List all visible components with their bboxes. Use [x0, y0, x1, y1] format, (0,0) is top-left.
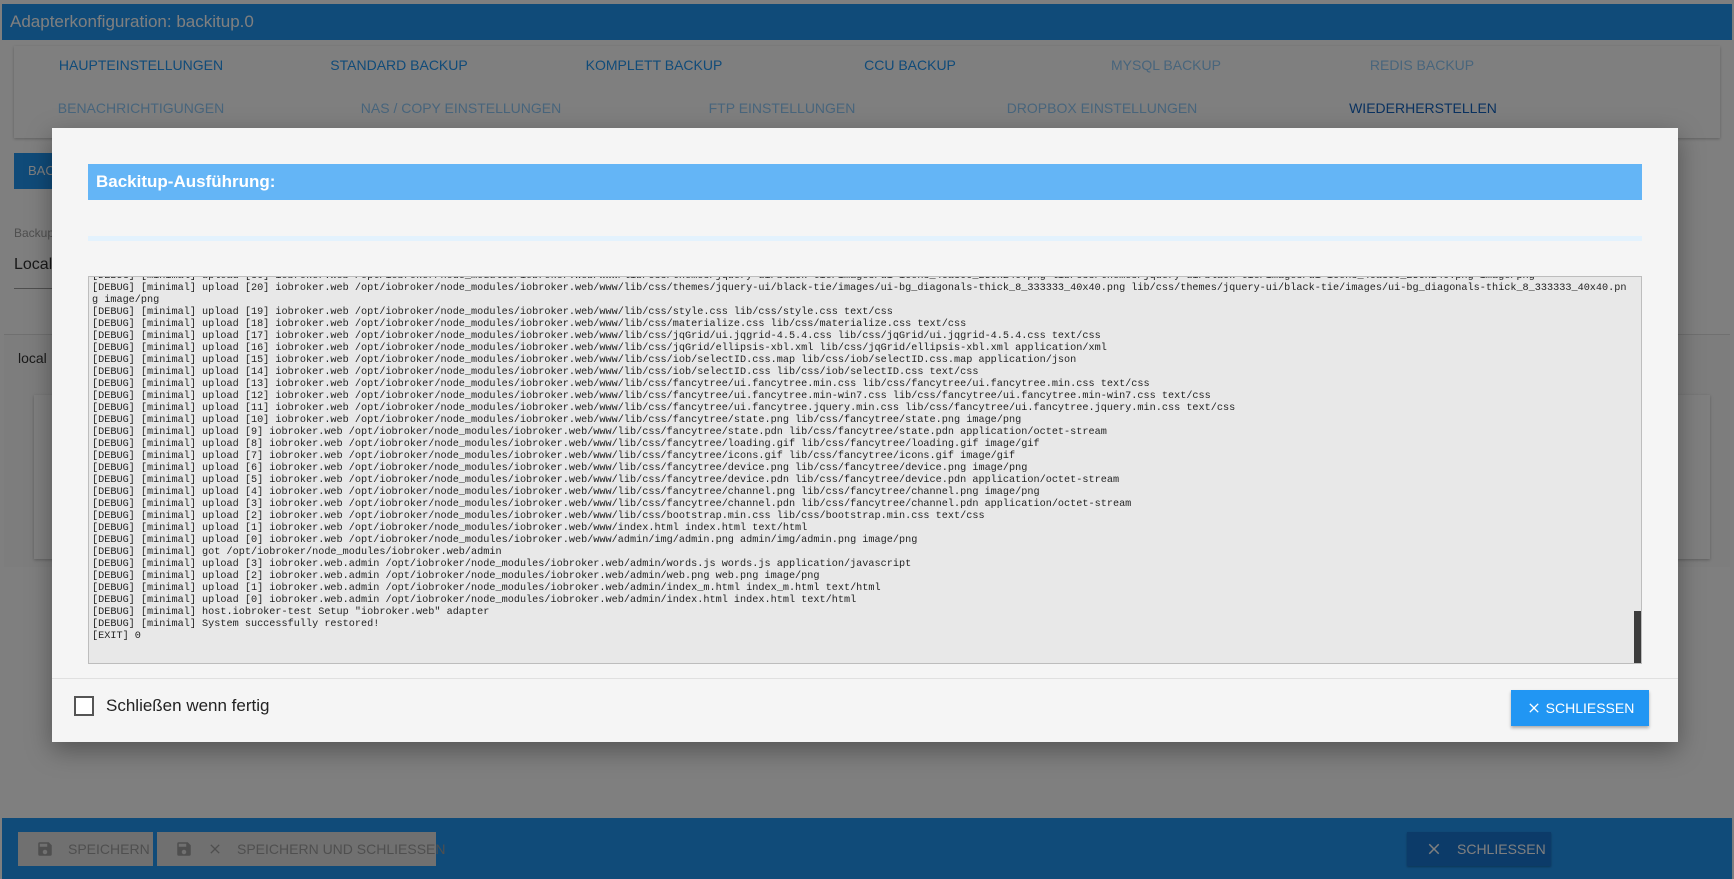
close-when-done-checkbox[interactable]: [74, 696, 94, 716]
log-line: [DEBUG] [minimal] upload [11] iobroker.w…: [92, 403, 1236, 414]
log-scrollbar-thumb[interactable]: [1634, 611, 1641, 663]
log-line: [DEBUG] [minimal] got /opt/iobroker/node…: [92, 547, 502, 558]
log-line: [DEBUG] [minimal] upload [2] iobroker.we…: [92, 511, 985, 522]
log-line: [EXIT] 0: [92, 631, 141, 642]
log-line: [DEBUG] [minimal] upload [1] iobroker.we…: [92, 583, 881, 594]
log-line: [DEBUG] [minimal] host.iobroker-test Set…: [92, 607, 490, 618]
log-line: [DEBUG] [minimal] upload [13] iobroker.w…: [92, 379, 1150, 390]
log-lines: [DEBUG] [minimal] upload [30] iobroker.w…: [92, 276, 1628, 643]
progress-bar: [88, 236, 1642, 241]
log-line: [DEBUG] [minimal] upload [15] iobroker.w…: [92, 355, 1077, 366]
log-line: [DEBUG] [minimal] upload [14] iobroker.w…: [92, 367, 979, 378]
dialog-close-label: SCHLIESSEN: [1545, 700, 1635, 716]
log-line: [DEBUG] [minimal] upload [7] iobroker.we…: [92, 451, 1016, 462]
dialog-divider: [52, 678, 1678, 679]
log-line: [DEBUG] [minimal] upload [4] iobroker.we…: [92, 487, 1040, 498]
log-line: [DEBUG] [minimal] upload [19] iobroker.w…: [92, 307, 893, 318]
log-line: [DEBUG] [minimal] upload [5] iobroker.we…: [92, 475, 1120, 486]
app-root: Adapterkonfiguration: backitup.0 HAUPTEI…: [0, 0, 1734, 879]
log-line: [DEBUG] [minimal] upload [9] iobroker.we…: [92, 427, 1107, 438]
log-line: [DEBUG] [minimal] upload [0] iobroker.we…: [92, 535, 918, 546]
log-line: [DEBUG] [minimal] upload [6] iobroker.we…: [92, 463, 1028, 474]
close-icon: [1526, 700, 1542, 716]
close-when-done-option[interactable]: Schließen wenn fertig: [74, 696, 269, 716]
log-output[interactable]: [DEBUG] [minimal] upload [30] iobroker.w…: [88, 276, 1642, 664]
close-when-done-label: Schließen wenn fertig: [106, 696, 270, 715]
log-line: [DEBUG] [minimal] upload [16] iobroker.w…: [92, 343, 1107, 354]
log-scrollbar[interactable]: [1634, 277, 1641, 663]
log-line: [DEBUG] [minimal] upload [8] iobroker.we…: [92, 439, 1040, 450]
log-line: [DEBUG] [minimal] upload [1] iobroker.we…: [92, 523, 808, 534]
backitup-execution-dialog: Backitup-Ausführung: [DEBUG] [minimal] u…: [52, 128, 1678, 742]
log-line: [DEBUG] [minimal] upload [10] iobroker.w…: [92, 415, 1022, 426]
log-line: [DEBUG] [minimal] upload [2] iobroker.we…: [92, 571, 820, 582]
dialog-title: Backitup-Ausführung:: [88, 164, 1642, 200]
log-line: [DEBUG] [minimal] upload [20] iobroker.w…: [92, 283, 1627, 306]
dialog-close-button[interactable]: SCHLIESSEN: [1511, 690, 1649, 726]
log-line: [DEBUG] [minimal] upload [3] iobroker.we…: [92, 559, 912, 570]
log-line: [DEBUG] [minimal] upload [3] iobroker.we…: [92, 499, 1132, 510]
log-line: [DEBUG] [minimal] upload [18] iobroker.w…: [92, 319, 967, 330]
log-line: [DEBUG] [minimal] upload [12] iobroker.w…: [92, 391, 1211, 402]
log-line: [DEBUG] [minimal] upload [17] iobroker.w…: [92, 331, 1101, 342]
progress-bar-fill: [88, 236, 1642, 241]
log-line: [DEBUG] [minimal] upload [30] iobroker.w…: [92, 276, 1535, 282]
log-line: [DEBUG] [minimal] upload [0] iobroker.we…: [92, 595, 857, 606]
log-line: [DEBUG] [minimal] System successfully re…: [92, 619, 380, 630]
